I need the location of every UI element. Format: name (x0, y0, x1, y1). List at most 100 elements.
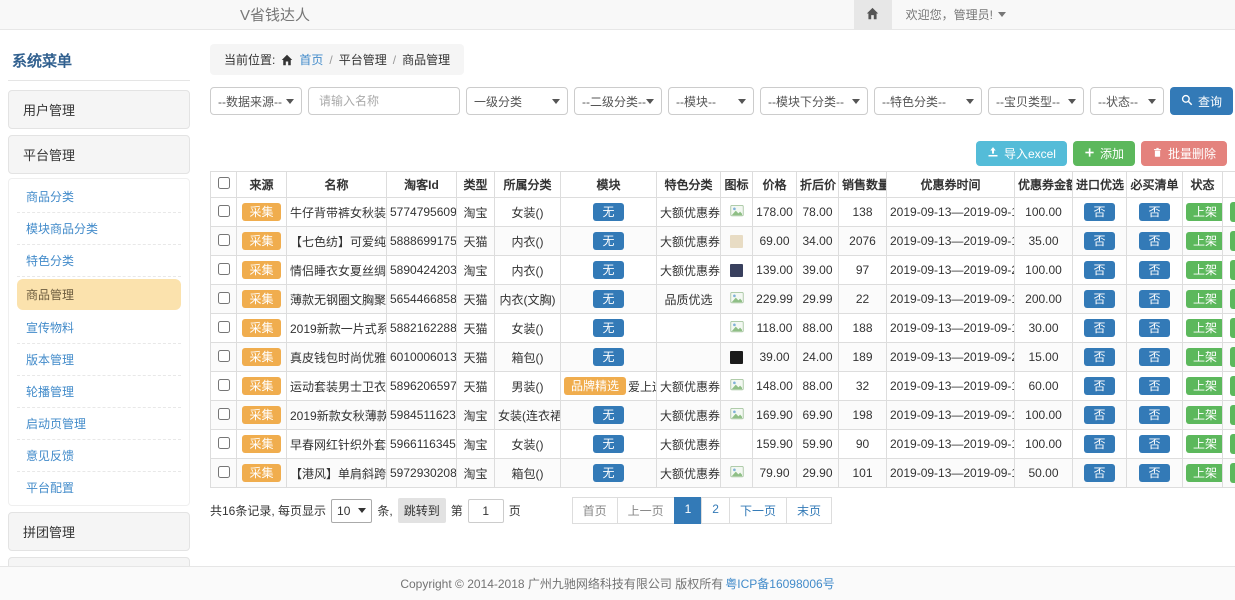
imported-toggle[interactable]: 否 (1084, 348, 1114, 366)
page-size-select[interactable]: 10 (331, 499, 372, 523)
must-buy-toggle[interactable]: 否 (1139, 377, 1169, 395)
filter-select-secondary-category[interactable]: --二级分类-- (574, 87, 662, 115)
jump-page-input[interactable] (468, 499, 504, 523)
row-checkbox[interactable] (218, 379, 230, 391)
sidebar-item-用户管理[interactable]: 用户管理 (8, 90, 190, 129)
product-thumbnail (730, 235, 743, 248)
taoke-id: 565446685867 (387, 285, 457, 314)
imported-toggle[interactable]: 否 (1084, 435, 1114, 453)
edit-button[interactable] (1230, 434, 1235, 454)
row-checkbox[interactable] (218, 205, 230, 217)
must-buy-toggle[interactable]: 否 (1139, 406, 1169, 424)
must-buy-toggle[interactable]: 否 (1139, 348, 1169, 366)
status-badge[interactable]: 上架 (1186, 232, 1223, 250)
row-checkbox[interactable] (218, 466, 230, 478)
footer: Copyright © 2014-2018 广州九驰网络科技有限公司 版权所有 … (0, 566, 1235, 600)
sidebar-item-平台管理[interactable]: 平台管理 (8, 135, 190, 174)
edit-button[interactable] (1230, 318, 1235, 338)
edit-button[interactable] (1230, 260, 1235, 280)
sidebar-subitem-模块商品分类[interactable]: 模块商品分类 (17, 213, 181, 245)
status-badge[interactable]: 上架 (1186, 464, 1223, 482)
filter-select-module-subcategory[interactable]: --模块下分类-- (760, 87, 868, 115)
pager-item-末页[interactable]: 末页 (786, 497, 832, 524)
import-excel-button[interactable]: 导入excel (976, 141, 1067, 166)
filter-select-item-type[interactable]: --宝贝类型-- (988, 87, 1084, 115)
product-category: 箱包() (495, 459, 561, 488)
status-badge[interactable]: 上架 (1186, 377, 1223, 395)
imported-toggle[interactable]: 否 (1084, 203, 1114, 221)
add-button[interactable]: 添加 (1073, 141, 1135, 166)
must-buy-toggle[interactable]: 否 (1139, 261, 1169, 279)
pager-item-首页[interactable]: 首页 (572, 497, 618, 524)
status-badge[interactable]: 上架 (1186, 348, 1223, 366)
sidebar-subitem-平台配置[interactable]: 平台配置 (17, 472, 181, 503)
edit-button[interactable] (1230, 231, 1235, 251)
row-checkbox[interactable] (218, 437, 230, 449)
status-badge[interactable]: 上架 (1186, 203, 1223, 221)
edit-button[interactable] (1230, 202, 1235, 222)
imported-toggle[interactable]: 否 (1084, 261, 1114, 279)
status-badge[interactable]: 上架 (1186, 319, 1223, 337)
row-checkbox[interactable] (218, 263, 230, 275)
must-buy-toggle[interactable]: 否 (1139, 464, 1169, 482)
status-badge[interactable]: 上架 (1186, 435, 1223, 453)
sidebar-subitem-宣传物料[interactable]: 宣传物料 (17, 312, 181, 344)
filter-select-data-source[interactable]: --数据来源-- (210, 87, 302, 115)
must-buy-toggle[interactable]: 否 (1139, 232, 1169, 250)
select-all-checkbox[interactable] (218, 177, 230, 189)
imported-toggle[interactable]: 否 (1084, 319, 1114, 337)
sidebar-subitem-轮播管理[interactable]: 轮播管理 (17, 376, 181, 408)
sidebar-subitem-商品管理[interactable]: 商品管理 (17, 279, 181, 310)
jump-button[interactable]: 跳转到 (398, 498, 446, 523)
filter-select-feature-category[interactable]: --特色分类-- (874, 87, 982, 115)
edit-button[interactable] (1230, 405, 1235, 425)
must-buy-toggle[interactable]: 否 (1139, 290, 1169, 308)
sidebar-subitem-意见反馈[interactable]: 意见反馈 (17, 440, 181, 472)
must-buy-toggle[interactable]: 否 (1139, 203, 1169, 221)
filter-select-module[interactable]: --模块-- (668, 87, 754, 115)
status-badge[interactable]: 上架 (1186, 261, 1223, 279)
edit-button[interactable] (1230, 347, 1235, 367)
batch-delete-button[interactable]: 批量删除 (1141, 141, 1227, 166)
sidebar-item-省惠快报[interactable]: 省惠快报 (8, 557, 190, 566)
row-checkbox[interactable] (218, 292, 230, 304)
sidebar-item-拼团管理[interactable]: 拼团管理 (8, 512, 190, 551)
coupon-amount: 100.00 (1015, 256, 1073, 285)
must-buy-toggle[interactable]: 否 (1139, 435, 1169, 453)
column-header-价格: 价格 (753, 172, 797, 198)
name-search-input[interactable] (308, 87, 460, 115)
records-count-text: 共16条记录, 每页显示 (210, 502, 326, 519)
breadcrumb-home-link[interactable]: 首页 (299, 51, 323, 68)
row-checkbox[interactable] (218, 408, 230, 420)
pager-item-上一页[interactable]: 上一页 (617, 497, 675, 524)
pager-item-1[interactable]: 1 (674, 497, 703, 524)
sidebar-subitem-版本管理[interactable]: 版本管理 (17, 344, 181, 376)
sidebar-subitem-商品分类[interactable]: 商品分类 (17, 181, 181, 213)
row-checkbox[interactable] (218, 350, 230, 362)
imported-toggle[interactable]: 否 (1084, 377, 1114, 395)
query-button[interactable]: 查询 (1170, 87, 1233, 115)
edit-button[interactable] (1230, 463, 1235, 483)
row-checkbox[interactable] (218, 234, 230, 246)
status-badge[interactable]: 上架 (1186, 290, 1223, 308)
sidebar-subitem-启动页管理[interactable]: 启动页管理 (17, 408, 181, 440)
row-checkbox[interactable] (218, 321, 230, 333)
sidebar-subitem-特色分类[interactable]: 特色分类 (17, 245, 181, 277)
home-nav-button[interactable] (854, 0, 892, 30)
status-badge[interactable]: 上架 (1186, 406, 1223, 424)
discount-price: 24.00 (797, 343, 839, 372)
imported-toggle[interactable]: 否 (1084, 290, 1114, 308)
user-menu[interactable]: 欢迎您，管理员! (892, 0, 1020, 30)
icp-link[interactable]: 粤ICP备16098006号 (725, 575, 834, 592)
edit-button[interactable] (1230, 376, 1235, 396)
must-buy-toggle[interactable]: 否 (1139, 319, 1169, 337)
edit-button[interactable] (1230, 289, 1235, 309)
filter-select-primary-category[interactable]: 一级分类 (466, 87, 568, 115)
coupon-time: 2019-09-13—2019-09-15 (887, 372, 1015, 401)
pager-item-2[interactable]: 2 (701, 497, 730, 524)
imported-toggle[interactable]: 否 (1084, 232, 1114, 250)
filter-select-status[interactable]: --状态-- (1090, 87, 1164, 115)
imported-toggle[interactable]: 否 (1084, 464, 1114, 482)
imported-toggle[interactable]: 否 (1084, 406, 1114, 424)
pager-item-下一页[interactable]: 下一页 (729, 497, 787, 524)
